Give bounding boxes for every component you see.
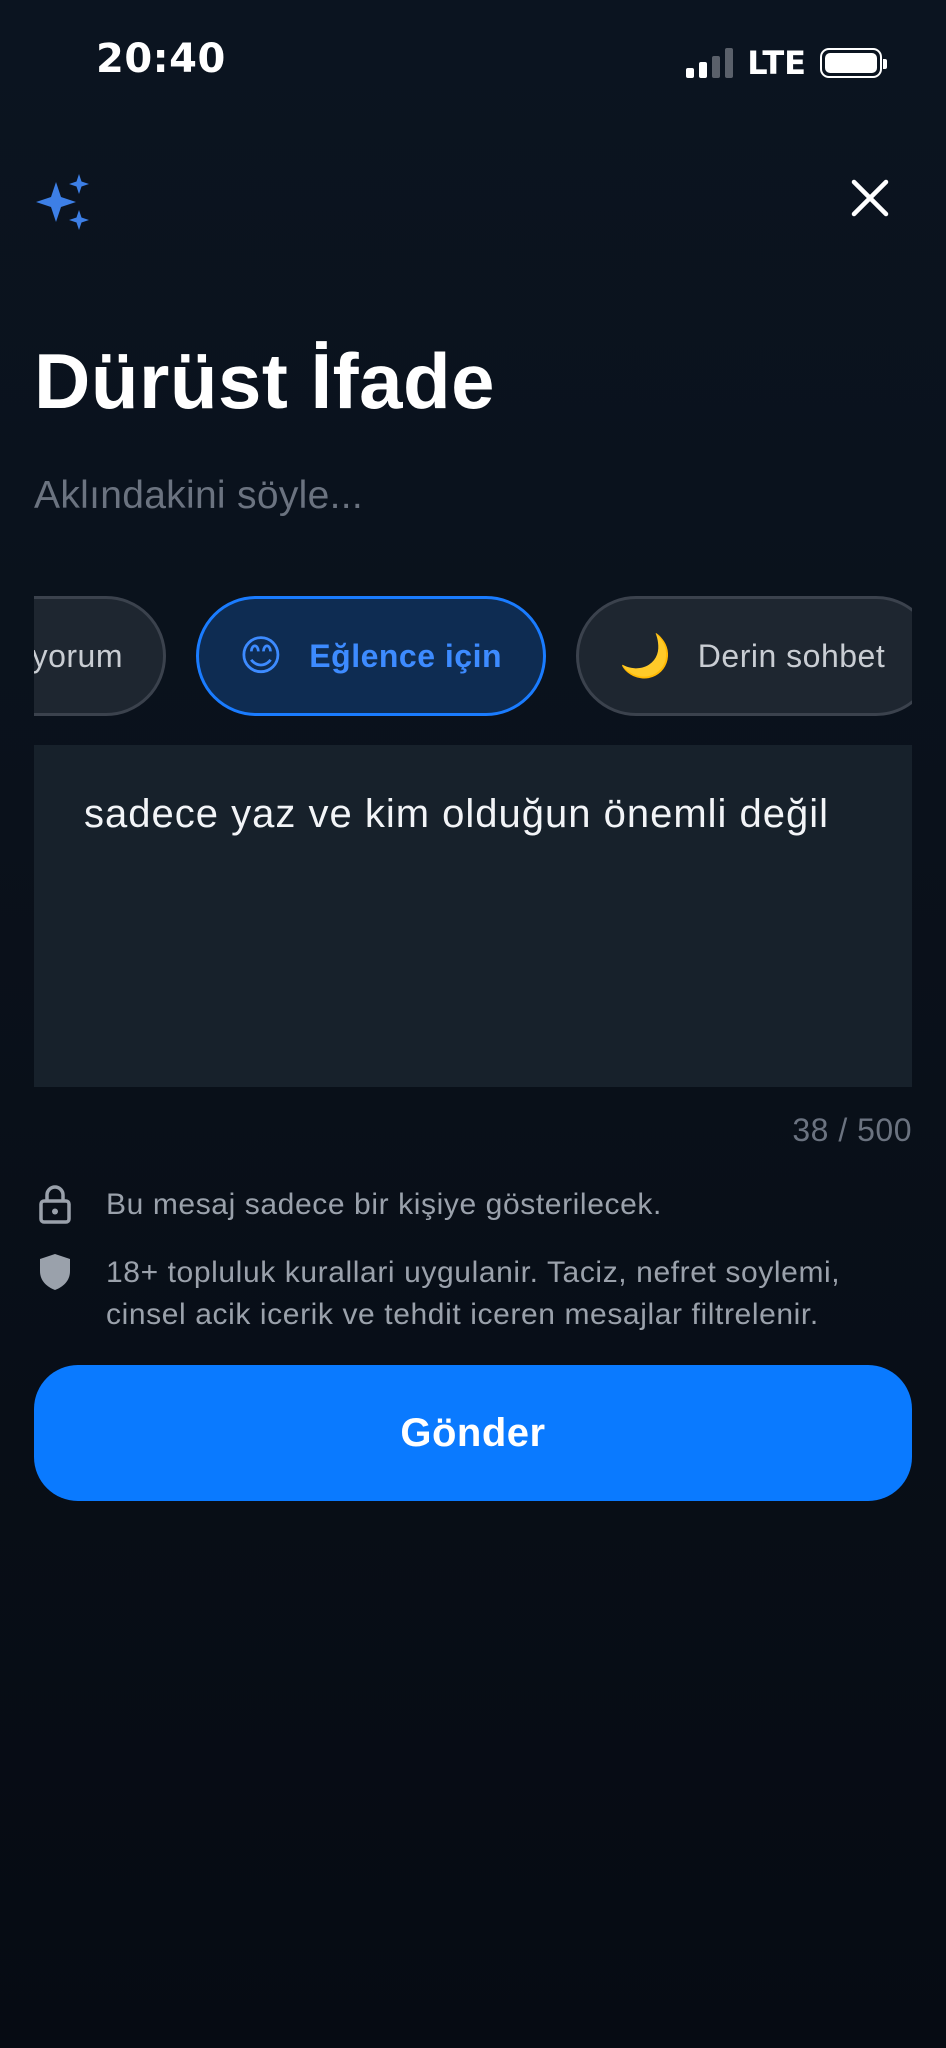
character-counter: 38 / 500 bbox=[792, 1112, 912, 1148]
privacy-note: Bu mesaj sadece bir kişiye gösterilecek. bbox=[34, 1184, 912, 1226]
chip-derin-sohbet[interactable]: 🌙 Derin sohbet bbox=[576, 596, 912, 716]
chip-label: Eğlence için bbox=[309, 637, 503, 674]
status-time: 20:40 bbox=[96, 36, 226, 82]
send-button[interactable]: Gönder bbox=[34, 1365, 912, 1501]
privacy-text: Bu mesaj sadece bir kişiye gösterilecek. bbox=[106, 1188, 662, 1221]
shield-icon bbox=[34, 1252, 76, 1336]
close-button[interactable] bbox=[844, 172, 896, 224]
rules-note: 18+ topluluk kurallari uygulanir. Taciz,… bbox=[34, 1252, 912, 1336]
lock-icon bbox=[34, 1184, 76, 1226]
status-indicators: LTE bbox=[686, 44, 887, 82]
message-text: sadece yaz ve kim olduğun önemli değil bbox=[84, 792, 830, 836]
smile-emoji-icon: 😊 bbox=[239, 632, 284, 679]
page-subtitle: Aklındakini söyle... bbox=[34, 474, 363, 517]
rules-text: 18+ topluluk kurallari uygulanir. Taciz,… bbox=[106, 1256, 841, 1331]
moon-emoji-icon: 🌙 bbox=[619, 632, 672, 679]
message-input[interactable]: sadece yaz ve kim olduğun önemli değil bbox=[34, 745, 912, 1087]
close-icon bbox=[851, 179, 889, 217]
network-label: LTE bbox=[747, 44, 806, 82]
battery-icon bbox=[820, 48, 887, 78]
sparkles-icon bbox=[34, 172, 94, 232]
chip-yorum[interactable]: yorum bbox=[34, 596, 166, 716]
chip-eglence[interactable]: 😊 Eğlence için bbox=[196, 596, 546, 716]
chip-label: yorum bbox=[34, 637, 123, 674]
topic-chips: yorum 😊 Eğlence için 🌙 Derin sohbet bbox=[34, 594, 912, 718]
page-title: Dürüst İfade bbox=[34, 337, 496, 425]
signal-icon bbox=[686, 48, 734, 78]
chip-label: Derin sohbet bbox=[697, 637, 886, 674]
status-bar: 20:40 LTE bbox=[0, 0, 946, 120]
